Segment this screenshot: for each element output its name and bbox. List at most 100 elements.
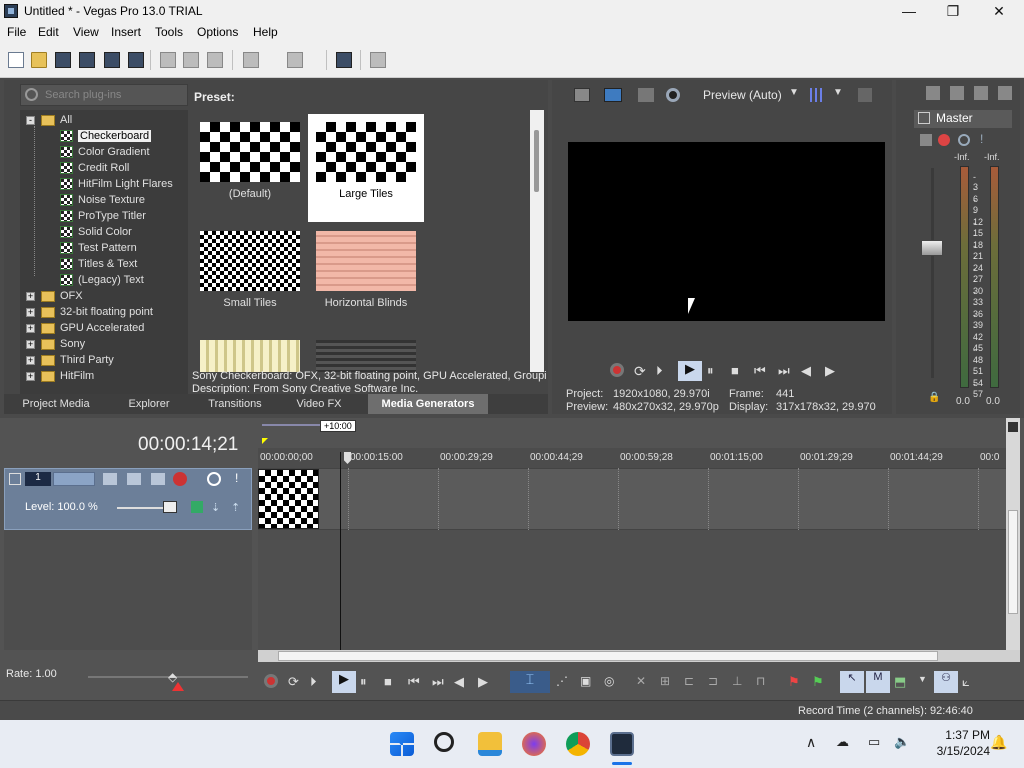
loop-playback-icon[interactable]: ⟳ [288, 674, 306, 690]
tree-folder-sony[interactable]: + Sony [26, 336, 85, 352]
chevron-down-icon[interactable]: ▼ [789, 87, 799, 98]
search-icon[interactable] [434, 732, 454, 752]
split-screen-icon[interactable] [638, 88, 654, 102]
play-from-start-icon[interactable]: ⏵ [656, 363, 674, 379]
go-to-start-icon[interactable]: ⏮ [754, 363, 772, 379]
paste-icon[interactable] [207, 52, 223, 68]
menu-view[interactable]: View [73, 25, 99, 39]
copy-icon[interactable] [183, 52, 199, 68]
auto-ripple-icon[interactable]: ⋰ [556, 674, 574, 690]
copy-snapshot-icon[interactable] [858, 88, 872, 102]
help-pointer-icon[interactable] [370, 52, 386, 68]
tree-item-test-pattern[interactable]: Test Pattern [60, 240, 137, 256]
firefox-icon[interactable] [522, 732, 546, 756]
play-icon[interactable]: ▶ [678, 361, 702, 381]
mute-icon[interactable] [958, 134, 970, 146]
video-track-lane[interactable] [258, 468, 1006, 530]
record-icon[interactable] [610, 363, 624, 377]
tree-folder-32bit[interactable]: +32-bit floating point [26, 304, 153, 320]
lock-icon[interactable]: 🔒 [928, 392, 940, 403]
pause-icon[interactable]: ⏸ [360, 674, 378, 690]
tree-item-solid-color[interactable]: Solid Color [60, 224, 132, 240]
preset-large-tiles[interactable]: Large Tiles [308, 114, 424, 222]
tree-item-legacy-text[interactable]: (Legacy) Text [60, 272, 144, 288]
master-fx-icon[interactable] [920, 134, 932, 146]
marker-flag-icon[interactable] [1008, 422, 1018, 432]
menu-file[interactable]: File [7, 25, 26, 39]
menu-insert[interactable]: Insert [111, 25, 141, 39]
preset-partial-2[interactable] [308, 332, 424, 372]
envelope-edit-tool-icon[interactable]: M [866, 671, 890, 693]
redo-icon[interactable] [287, 52, 303, 68]
file-explorer-icon[interactable] [478, 732, 502, 756]
empty-timeline-area[interactable] [258, 530, 1006, 650]
vegas-taskbar-icon[interactable] [610, 732, 634, 756]
menu-edit[interactable]: Edit [38, 25, 59, 39]
insert-marker-icon[interactable]: ⚑ [788, 674, 806, 690]
next-frame-icon[interactable]: ▶ [478, 674, 496, 690]
tree-folder-all[interactable]: - All [26, 112, 72, 128]
chrome-icon[interactable] [566, 732, 590, 756]
video-track-header[interactable]: 1 ! Level: 100.0 % ⇣ ⇡ [4, 468, 252, 530]
tree-item-protype-titler[interactable]: ProType Titler [60, 208, 146, 224]
volume-icon[interactable]: 🔈 [894, 734, 910, 750]
tab-project-media[interactable]: Project Media [14, 394, 98, 414]
tree-item-checkerboard[interactable]: Checkerboard [60, 128, 152, 144]
master-gear-icon[interactable] [938, 134, 950, 146]
tree-folder-third-party[interactable]: + Third Party [26, 352, 114, 368]
tree-item-noise-texture[interactable]: Noise Texture [60, 192, 145, 208]
save-icon[interactable] [55, 52, 71, 68]
master-properties-icon[interactable] [926, 86, 940, 100]
normal-edit-tool-icon[interactable]: ↖ [840, 671, 864, 693]
tab-video-fx[interactable]: Video FX [292, 394, 346, 414]
preview-quality-dropdown[interactable]: Preview (Auto) [703, 88, 782, 102]
search-plugins-field[interactable]: Search plug-ins [20, 84, 188, 106]
loop-region-marker[interactable] [262, 438, 268, 444]
go-to-end-icon[interactable]: ⏭ [778, 363, 796, 379]
new-project-icon[interactable] [8, 52, 24, 68]
overlays-grid-icon[interactable] [810, 88, 824, 102]
loop-playback-icon[interactable]: ⟳ [634, 363, 652, 379]
chevron-down-icon[interactable]: ▼ [833, 87, 843, 98]
mixer-icon[interactable] [998, 86, 1012, 100]
preset-default[interactable]: (Default) [192, 114, 308, 222]
loop-region-bar[interactable] [262, 424, 320, 426]
solo-icon[interactable]: ! [980, 132, 983, 146]
delete-icon[interactable]: ✕ [636, 674, 654, 690]
video-output-fx-icon[interactable] [666, 88, 680, 102]
expand-track-down-icon[interactable]: ⇣ [211, 501, 220, 514]
preset-partial-1[interactable] [192, 332, 308, 372]
trim-start-icon[interactable]: ⊏ [684, 674, 702, 690]
system-clock[interactable]: 1:37 PM 3/15/2024 [930, 727, 990, 759]
chevron-up-icon[interactable]: ∧ [806, 734, 816, 751]
zoom-tool-icon[interactable]: ◎ [604, 674, 622, 690]
preset-scrollbar[interactable] [530, 110, 544, 372]
minimize-button[interactable]: — [886, 0, 932, 22]
tab-transitions[interactable]: Transitions [200, 394, 270, 414]
external-monitor-icon[interactable] [604, 88, 622, 102]
tree-folder-hitfilm[interactable]: + HitFilm [26, 368, 94, 384]
tree-folder-ofx[interactable]: + OFX [26, 288, 83, 304]
lock-icon[interactable]: ⊓ [756, 674, 774, 690]
menu-help[interactable]: Help [253, 25, 278, 39]
level-slider-handle[interactable] [163, 501, 177, 513]
timeline-ruler[interactable]: 00:00:00;00 00:00:15:00 00:00:29;29 00:00:4… [258, 448, 1006, 468]
enable-snapping-icon[interactable] [336, 52, 352, 68]
lock-envelopes-icon[interactable]: ▣ [580, 674, 598, 690]
trim-icon[interactable]: ⊞ [660, 674, 678, 690]
start-menu-icon[interactable] [390, 732, 414, 756]
track-motion-icon[interactable] [103, 473, 117, 485]
stop-icon[interactable]: ■ [384, 674, 402, 690]
previous-frame-icon[interactable]: ◀ [801, 363, 819, 379]
tree-item-hitfilm-light-flares[interactable]: HitFilm Light Flares [60, 176, 173, 192]
close-button[interactable]: ✕ [976, 0, 1022, 22]
trim-end-icon[interactable]: ⊐ [708, 674, 726, 690]
tab-explorer[interactable]: Explorer [120, 394, 178, 414]
tree-item-color-gradient[interactable]: Color Gradient [60, 144, 150, 160]
previous-frame-icon[interactable]: ◀ [454, 674, 472, 690]
master-fader-handle[interactable] [921, 240, 943, 256]
collapse-track-up-icon[interactable]: ⇡ [231, 501, 240, 514]
preset-small-tiles[interactable]: Small Tiles [192, 223, 308, 331]
snapping-icon[interactable]: ⌶ [510, 671, 550, 693]
notifications-bell-icon[interactable]: 🔔 [990, 734, 1007, 751]
